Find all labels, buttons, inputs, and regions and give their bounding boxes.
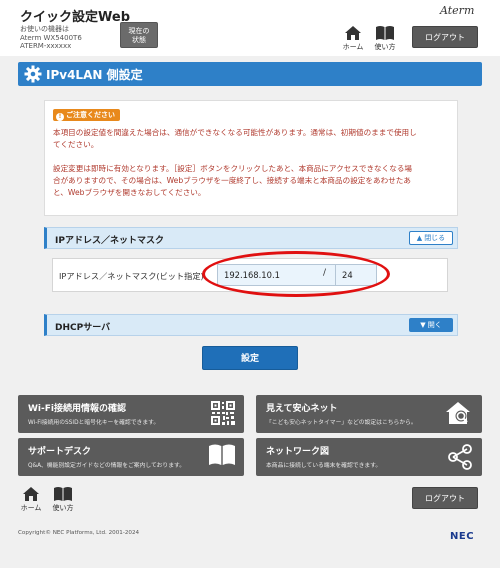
dhcp-section-open-button[interactable]: ▼ 開く <box>409 318 453 332</box>
tile-mieru-anshin-net[interactable]: 見えて安心ネット 「こども安心ネットタイマー」などの設定はこちらから。 <box>256 395 482 433</box>
home-icon <box>345 26 361 40</box>
caution-badge-label: ご注意ください <box>66 111 115 119</box>
book-icon <box>376 26 394 40</box>
qr-code-icon <box>211 401 235 425</box>
current-status-button[interactable]: 現在の 状態 <box>120 22 158 48</box>
ip-section-header: IPアドレス／ネットマスク ▲ 閉じる <box>44 227 458 249</box>
device-model: Aterm WX5400T6 <box>20 33 82 42</box>
gear-icon <box>24 65 42 83</box>
ip-field-label: IPアドレス／ネットマスク(ビット指定) <box>59 271 204 281</box>
tile-support-desk[interactable]: サポートデスク Q&A、機能別設定ガイドなどの情報をご案内しております。 <box>18 438 244 476</box>
home-search-icon <box>446 402 470 424</box>
caution-paragraph-2: 設定変更は即時に有効となります。［設定］ボタンをクリックしたあと、本商品にアクセ… <box>53 163 453 199</box>
tile-network-map[interactable]: ネットワーク図 本商品に接続している端末を確認できます。 <box>256 438 482 476</box>
caution-badge: ! ご注意ください <box>53 109 120 121</box>
footer-nav: ホーム 使い方 ログアウト <box>0 482 500 516</box>
footer-logout-button[interactable]: ログアウト <box>412 487 478 509</box>
caution-paragraph-1: 本項目の設定値を間違えた場合は、通信ができなくなる可能性があります。通常は、初期… <box>53 127 453 151</box>
logout-button[interactable]: ログアウト <box>412 26 478 48</box>
dhcp-section-title: DHCPサーバ <box>55 323 111 333</box>
caution-line: 合がありますので、その場合は、Webブラウザを一度終了し、接続する端末と本商品の… <box>53 176 411 185</box>
open-label: 開く <box>427 321 442 329</box>
page-title-bar: IPv4LAN 側設定 <box>18 62 482 86</box>
caution-icon: ! <box>56 113 64 121</box>
book-icon <box>54 487 72 501</box>
chevron-up-icon: ▲ <box>416 234 423 242</box>
close-label: 閉じる <box>424 234 446 242</box>
ip-section-close-button[interactable]: ▲ 閉じる <box>409 231 453 245</box>
book-icon <box>209 444 235 465</box>
caution-line: 設定変更は即時に有効となります。［設定］ボタンをクリックしたあと、本商品にアクセ… <box>53 164 413 173</box>
caution-line: てください。 <box>53 140 99 149</box>
footer-howto-link[interactable]: 使い方 <box>48 486 78 516</box>
header: クイック設定Web お使いの機器は Aterm WX5400T6 ATERM-x… <box>0 0 500 56</box>
tile-desc: 「こども安心ネットタイマー」などの設定はこちらから。 <box>266 420 417 426</box>
aterm-logo: Aterm <box>440 4 475 17</box>
device-info: お使いの機器は Aterm WX5400T6 ATERM-xxxxxx <box>20 25 82 51</box>
tile-title: 見えて安心ネット <box>266 404 338 414</box>
page-title: IPv4LAN 側設定 <box>46 68 143 82</box>
highlight-circle <box>202 251 390 297</box>
home-icon <box>23 487 39 501</box>
tile-title: Wi-Fi接続用情報の確認 <box>28 404 126 414</box>
howto-link[interactable]: 使い方 <box>370 25 400 55</box>
howto-label: 使い方 <box>374 43 396 51</box>
footer-home-link[interactable]: ホーム <box>16 486 46 516</box>
copyright: Copyright© NEC Platforms, Ltd. 2001-2024 <box>18 530 140 536</box>
app-title: クイック設定Web <box>20 10 130 25</box>
tile-desc: Wi-Fi接続用のSSIDと暗号化キーを確認できます。 <box>28 420 160 426</box>
caution-line: と、Webブラウザを開きなおしてください。 <box>53 188 206 197</box>
caution-box: ! ご注意ください 本項目の設定値を間違えた場合は、通信ができなくなる可能性があり… <box>44 100 458 216</box>
tile-desc: 本商品に接続している端末を確認できます。 <box>266 463 382 469</box>
nec-logo: NEC <box>450 531 475 542</box>
share-network-icon <box>448 444 472 470</box>
device-info-line: お使いの機器は <box>20 25 69 33</box>
tile-title: サポートデスク <box>28 447 92 457</box>
ip-section-title: IPアドレス／ネットマスク <box>55 236 164 246</box>
home-link[interactable]: ホーム <box>338 25 368 55</box>
footer-home-label: ホーム <box>20 504 42 512</box>
tile-wifi-info[interactable]: Wi-Fi接続用情報の確認 Wi-Fi接続用のSSIDと暗号化キーを確認できます… <box>18 395 244 433</box>
set-button[interactable]: 設定 <box>202 346 298 370</box>
chevron-down-icon: ▼ <box>420 321 426 329</box>
dhcp-section-header: DHCPサーバ ▼ 開く <box>44 314 458 336</box>
caution-line: 本項目の設定値を間違えた場合は、通信ができなくなる可能性があります。通常は、初期… <box>53 128 417 137</box>
footer-howto-label: 使い方 <box>52 504 74 512</box>
status-button-label-1: 現在の <box>128 27 150 35</box>
device-name: ATERM-xxxxxx <box>20 42 72 50</box>
tile-title: ネットワーク図 <box>266 447 330 457</box>
status-button-label-2: 状態 <box>132 36 146 44</box>
home-label: ホーム <box>342 43 364 51</box>
tile-desc: Q&A、機能別設定ガイドなどの情報をご案内しております。 <box>28 463 186 469</box>
